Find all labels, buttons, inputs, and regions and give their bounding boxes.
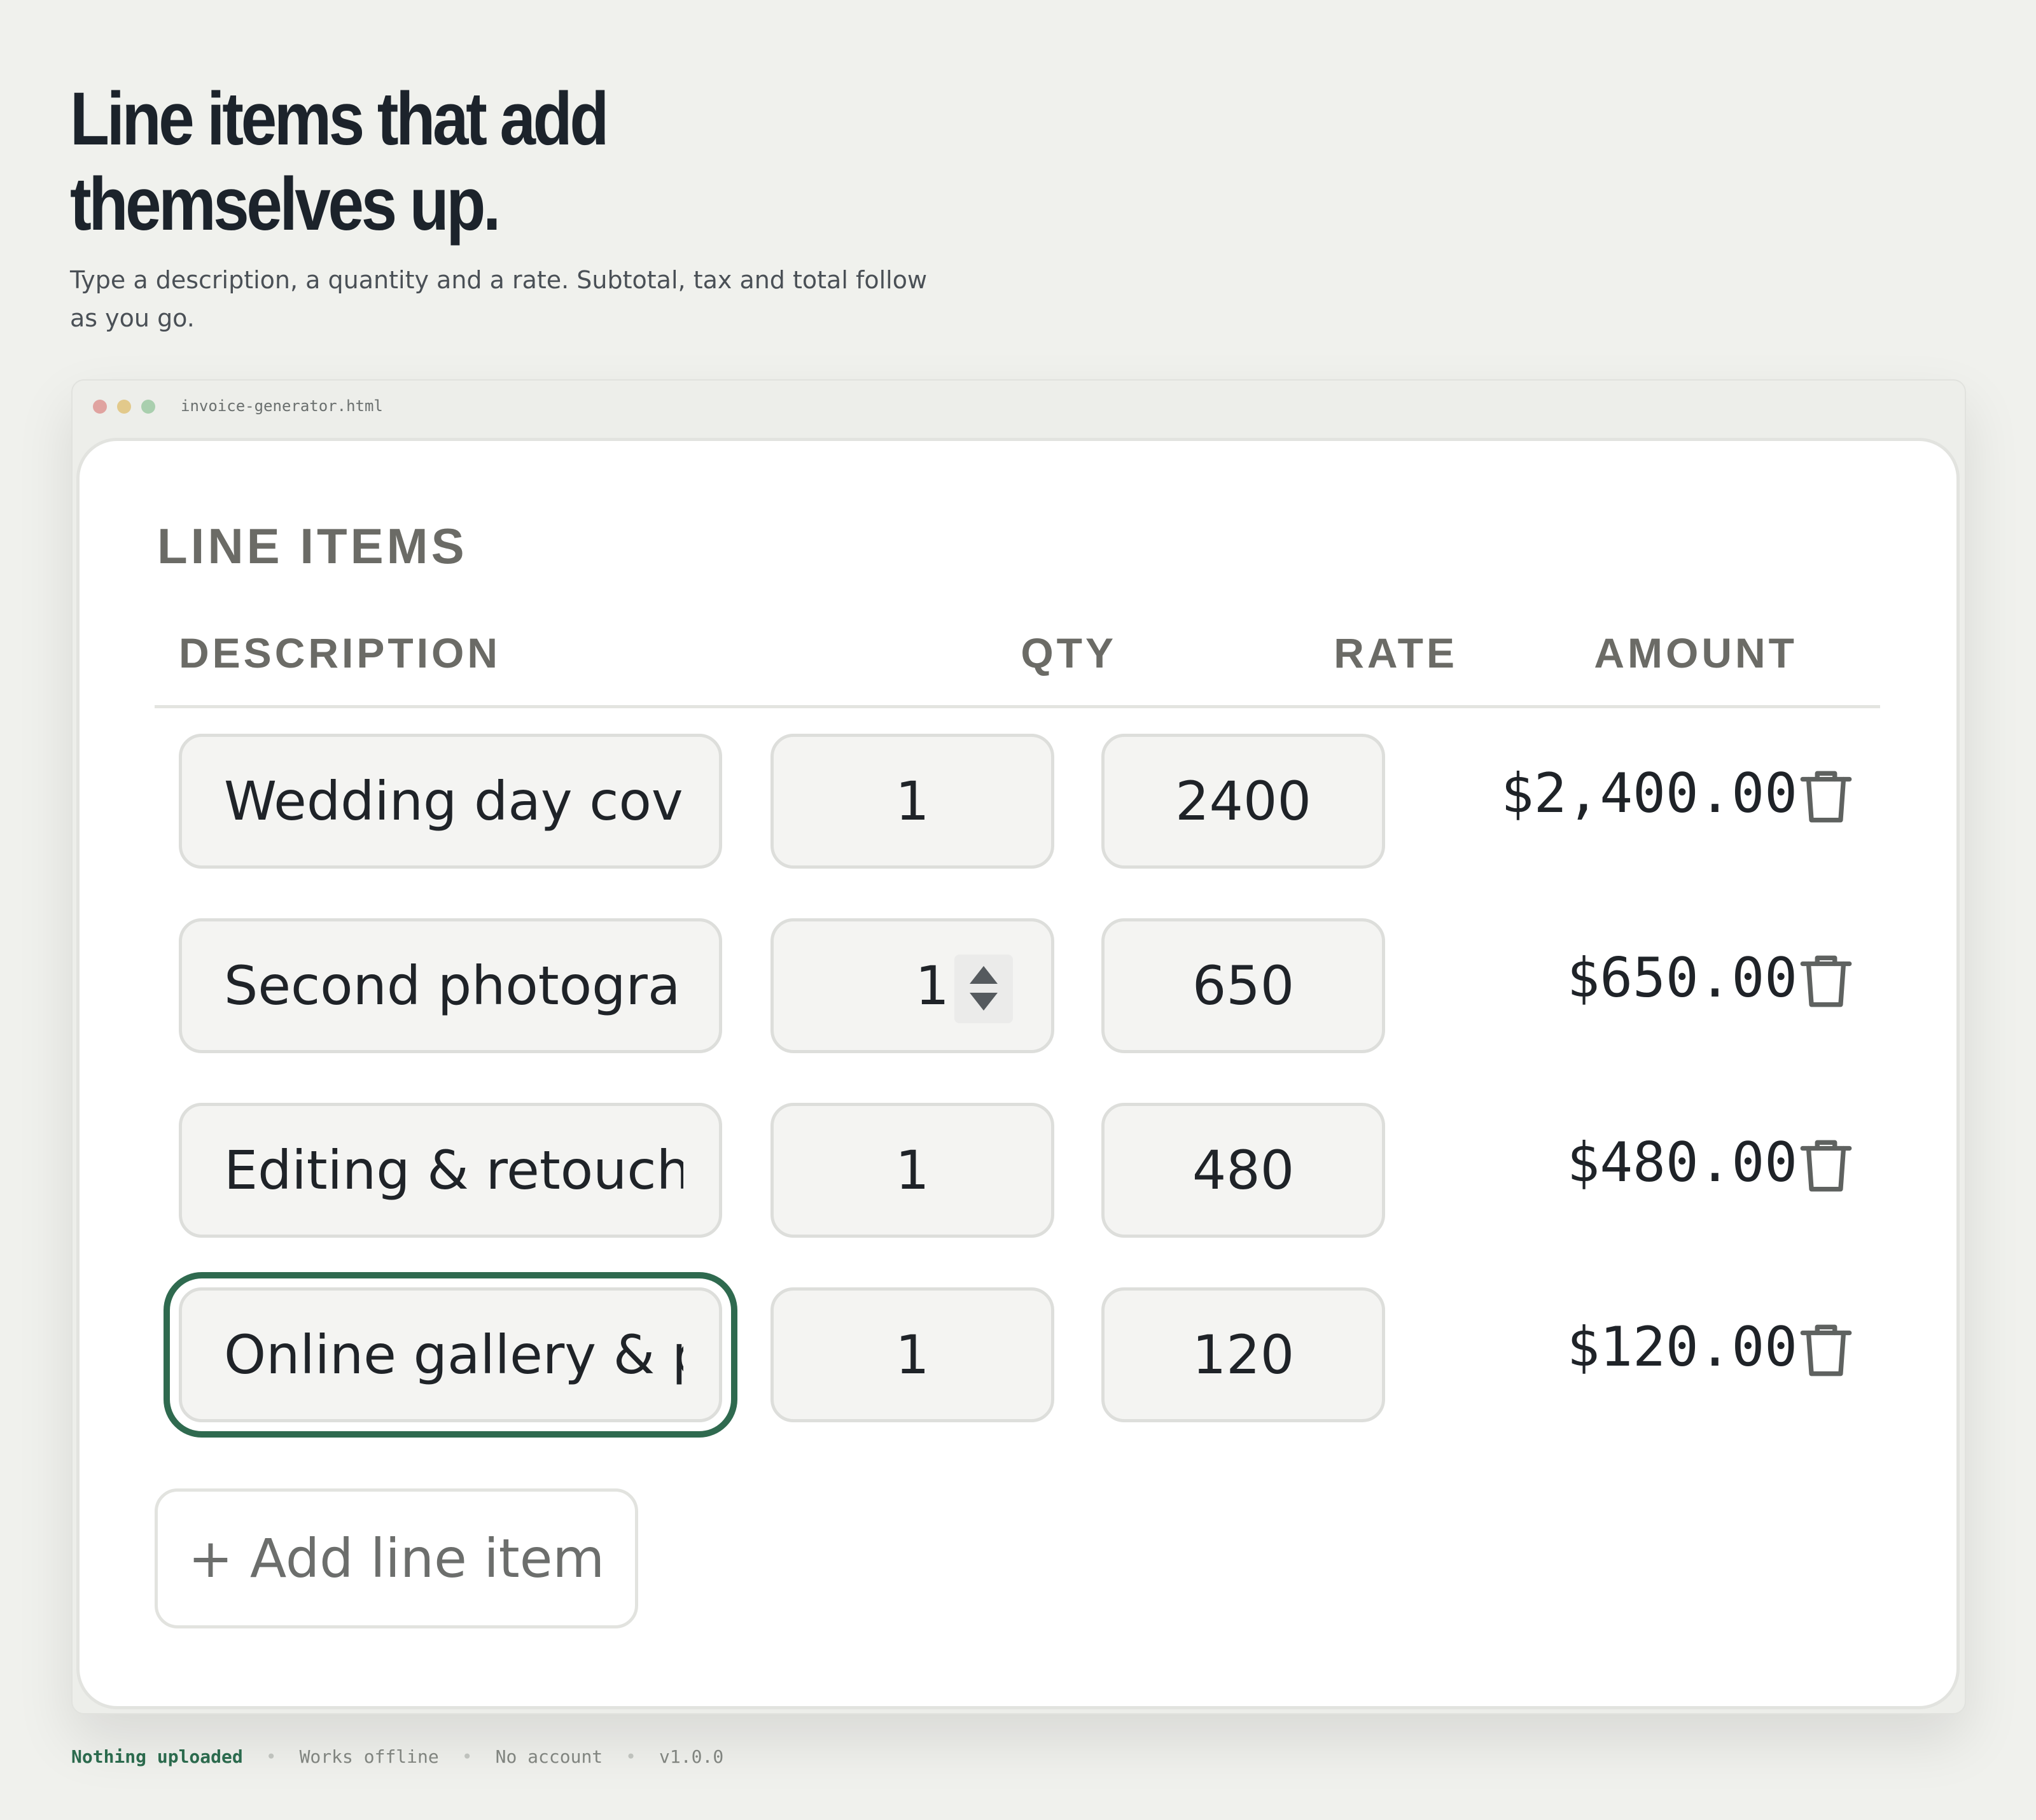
add-line-item-button[interactable]: + Add line item bbox=[155, 1488, 638, 1628]
description-input[interactable]: Online gallery & print bbox=[179, 1287, 722, 1422]
hero: Line items that add themselves up. Type … bbox=[70, 76, 961, 332]
trash-icon[interactable] bbox=[1791, 946, 1861, 1016]
column-header-amount: AMOUNT bbox=[1594, 629, 1797, 676]
trash-icon[interactable] bbox=[1791, 1131, 1861, 1201]
line-amount: $120.00 bbox=[1566, 1315, 1797, 1379]
page-title-line-1: Line items that add bbox=[70, 77, 609, 161]
page-title: Line items that add themselves up. bbox=[70, 76, 781, 247]
header-divider bbox=[155, 705, 1880, 708]
page-title-line-2: themselves up. bbox=[70, 162, 501, 246]
column-header-rate: RATE bbox=[1334, 629, 1458, 676]
footer-separator: • bbox=[265, 1746, 277, 1767]
qty-value: 1 bbox=[915, 955, 949, 1017]
rate-input[interactable]: 480 bbox=[1101, 1103, 1385, 1238]
qty-input[interactable]: 1 bbox=[770, 1103, 1054, 1238]
line-item-row: Second photographer 1 650 $650.00 bbox=[80, 918, 1956, 1058]
description-value: Second photographer bbox=[224, 955, 683, 1017]
qty-stepper[interactable] bbox=[954, 955, 1013, 1023]
description-input[interactable]: Wedding day coverage bbox=[179, 734, 722, 869]
footer-item-account: No account bbox=[495, 1746, 603, 1767]
line-item-row: Online gallery & print 1 120 $120.00 bbox=[80, 1287, 1956, 1427]
stepper-up-icon[interactable] bbox=[970, 966, 998, 984]
window-filename: invoice-generator.html bbox=[181, 397, 383, 415]
description-input[interactable]: Second photographer bbox=[179, 918, 722, 1053]
line-amount: $650.00 bbox=[1566, 946, 1797, 1010]
column-header-qty: QTY bbox=[1021, 629, 1117, 676]
qty-input[interactable]: 1 bbox=[770, 918, 1054, 1053]
line-item-row: Editing & retouching 1 480 $480.00 bbox=[80, 1103, 1956, 1243]
footer-item-uploaded: Nothing uploaded bbox=[71, 1746, 243, 1767]
description-value: Wedding day coverage bbox=[224, 770, 683, 832]
trash-icon[interactable] bbox=[1791, 1315, 1861, 1385]
description-value: Editing & retouching bbox=[224, 1139, 683, 1201]
rate-input[interactable]: 650 bbox=[1101, 918, 1385, 1053]
footer-item-offline: Works offline bbox=[299, 1746, 439, 1767]
window-zoom-dot bbox=[141, 400, 155, 414]
section-title: LINE ITEMS bbox=[157, 518, 468, 574]
description-input[interactable]: Editing & retouching bbox=[179, 1103, 722, 1238]
footer-item-version: v1.0.0 bbox=[659, 1746, 724, 1767]
app-window: invoice-generator.html LINE ITEMS DESCRI… bbox=[71, 379, 1966, 1714]
trash-icon[interactable] bbox=[1791, 762, 1861, 832]
line-amount: $480.00 bbox=[1566, 1131, 1797, 1194]
column-header-description: DESCRIPTION bbox=[179, 629, 501, 676]
stepper-down-icon[interactable] bbox=[970, 993, 998, 1011]
footer-separator: • bbox=[625, 1746, 637, 1767]
rate-input[interactable]: 120 bbox=[1101, 1287, 1385, 1422]
footer-separator: • bbox=[461, 1746, 473, 1767]
line-items-card: LINE ITEMS DESCRIPTION QTY RATE AMOUNT W… bbox=[76, 438, 1960, 1709]
line-item-row: Wedding day coverage 1 2400 $2,400.00 bbox=[80, 734, 1956, 874]
rate-input[interactable]: 2400 bbox=[1101, 734, 1385, 869]
page-subtitle: Type a description, a quantity and a rat… bbox=[70, 266, 928, 332]
window-titlebar: invoice-generator.html bbox=[73, 381, 1965, 430]
window-minimize-dot bbox=[117, 400, 131, 414]
qty-input[interactable]: 1 bbox=[770, 1287, 1054, 1422]
footer-status: Nothing uploaded • Works offline • No accoun… bbox=[71, 1746, 723, 1767]
qty-input[interactable]: 1 bbox=[770, 734, 1054, 869]
line-amount: $2,400.00 bbox=[1501, 762, 1797, 825]
window-close-dot bbox=[93, 400, 107, 414]
description-value: Online gallery & print bbox=[224, 1324, 683, 1386]
